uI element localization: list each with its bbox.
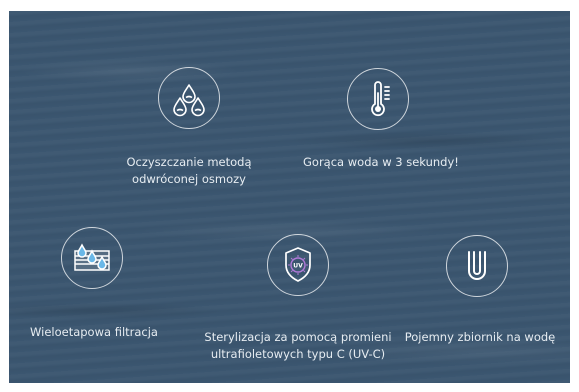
- feature-label-line: Wieloetapowa filtracja: [30, 325, 158, 339]
- u-shape-tank-icon: [446, 235, 508, 297]
- thermometer-icon: [347, 68, 409, 130]
- feature-label-line: ultrafioletowych typu C (UV-C): [210, 347, 386, 361]
- feature-label-line: Gorąca woda w 3 sekundy!: [303, 155, 459, 169]
- feature-label-line: Sterylizacja za pomocą promieni: [204, 330, 392, 344]
- uv-icon-text: UV: [293, 263, 303, 270]
- feature-label-line: odwróconej osmozy: [132, 172, 246, 186]
- feature-label-line: Oczyszczanie metodą: [126, 155, 252, 169]
- features-panel: Oczyszczanie metodą odwróconej osmozy Go…: [9, 11, 570, 383]
- feature-label-line: Pojemny zbiornik na wodę: [404, 330, 556, 344]
- filtration-layers-icon: [61, 227, 123, 289]
- uv-shield-icon: UV: [267, 234, 329, 296]
- water-drops-icon: [158, 67, 220, 129]
